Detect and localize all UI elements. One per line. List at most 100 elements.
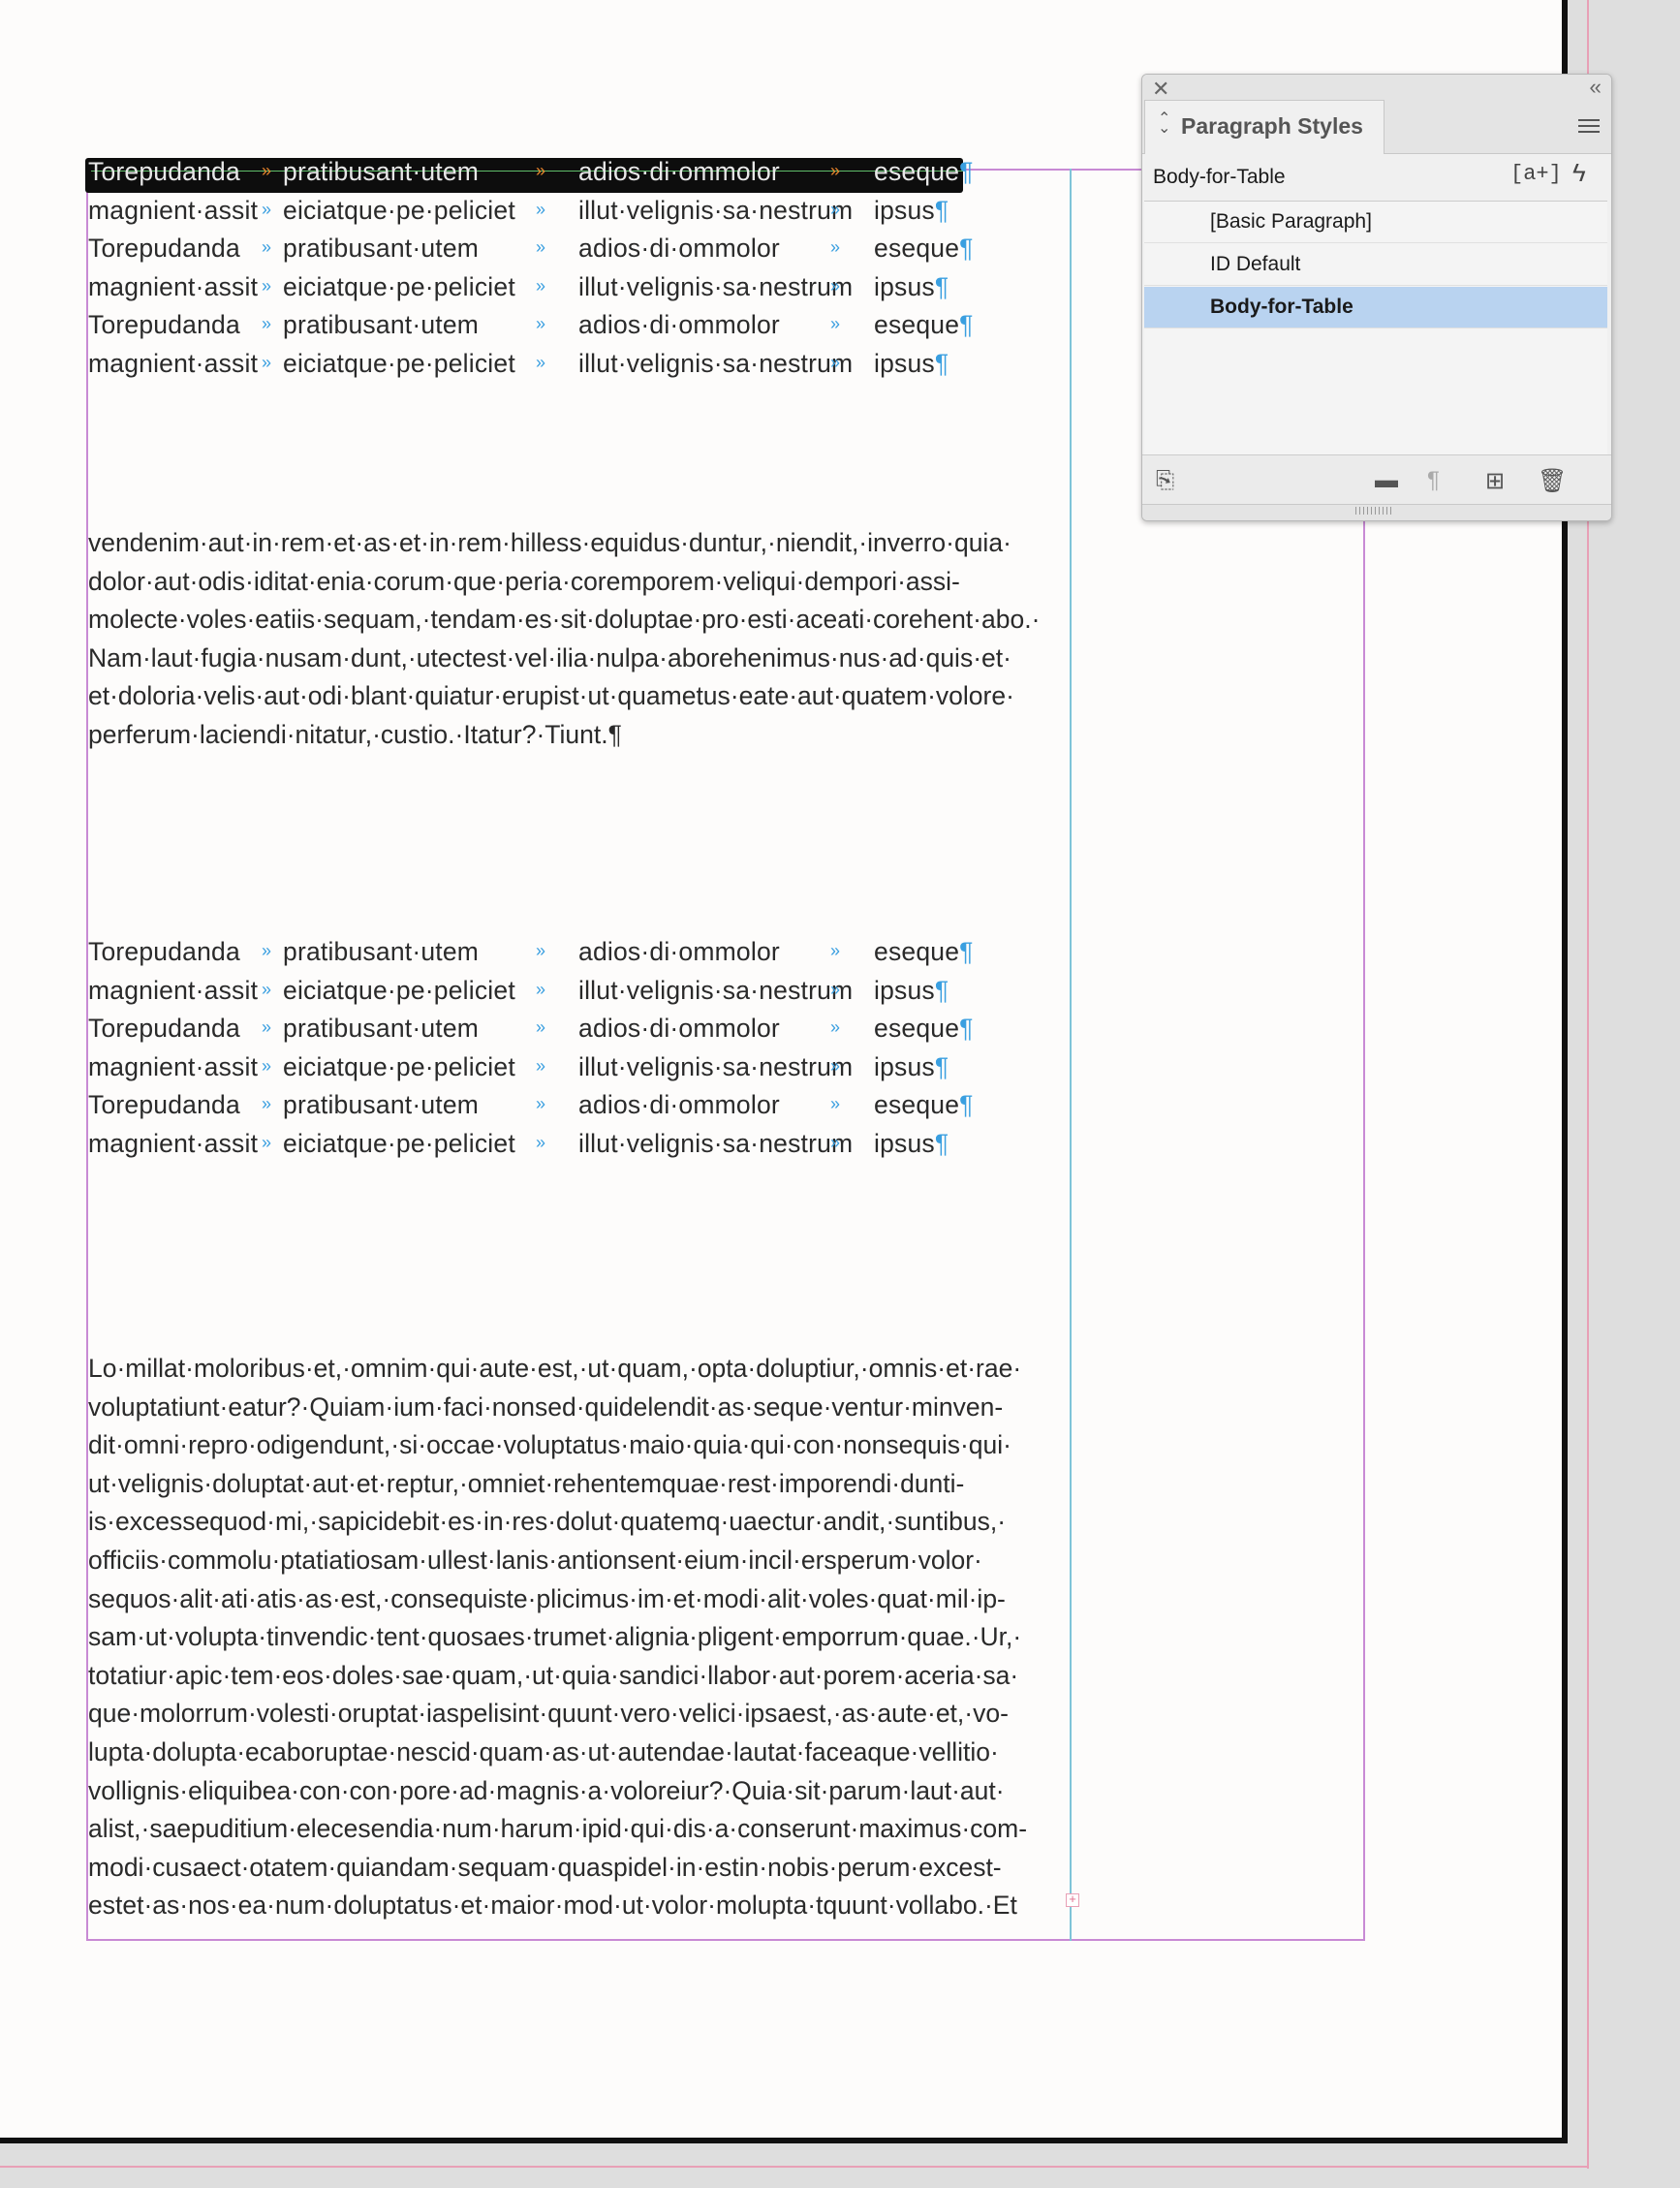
text-line: Lo·millat·moloribus·et,·omnim·qui·aute·e…	[88, 1354, 1022, 1383]
table-cell: pratibusant·utem	[283, 234, 480, 263]
tab-glyph: »	[536, 199, 546, 219]
table-cell: illut·velignis·sa·nestrum	[578, 195, 854, 225]
panel-menu-icon[interactable]	[1578, 119, 1600, 137]
tab-glyph: »	[830, 314, 841, 333]
table-cell: ipsus¶	[874, 975, 949, 1005]
style-list-item[interactable]: [Basic Paragraph]	[1144, 202, 1607, 243]
table-cell: Torepudanda	[88, 1014, 240, 1043]
table-cell: pratibusant·utem	[283, 310, 480, 339]
table-cell: adios·di·ommolor	[578, 310, 780, 339]
tab-glyph: »	[830, 237, 841, 257]
overset-text-indicator[interactable]: +	[1066, 1892, 1079, 1907]
table-cell: ipsus¶	[874, 195, 949, 225]
tab-glyph: »	[830, 941, 841, 960]
tab-paragraph-styles[interactable]: ⌃ ⌄ Paragraph Styles	[1144, 100, 1384, 154]
body-paragraph-1[interactable]: vendenim·aut·in·rem·et·as·et·in·rem·hill…	[88, 524, 1072, 755]
tab-label: Paragraph Styles	[1181, 113, 1363, 139]
text-line: ut·velignis·doluptat·aut·et·reptur,·omni…	[88, 1468, 965, 1498]
table-cell: ipsus¶	[874, 348, 949, 378]
resize-grip-icon[interactable]	[1355, 507, 1394, 515]
tab-glyph: »	[830, 161, 841, 180]
tab-glyph: »	[536, 1017, 546, 1037]
table-cell: adios·di·ommolor	[578, 157, 780, 186]
table-cell: Torepudanda	[88, 310, 240, 339]
tab-glyph: »	[536, 1094, 546, 1113]
table-cell: magnient·assit	[88, 975, 259, 1005]
tab-glyph: »	[262, 352, 272, 372]
text-line: perferum·laciendi·nitatur,·custio.·Itatu…	[88, 719, 622, 749]
table-cell: magnient·assit	[88, 1051, 259, 1081]
text-line: et·doloria·velis·aut·odi·blant·quiatur·e…	[88, 681, 1014, 711]
tab-glyph: »	[536, 161, 546, 180]
table-cell: illut·velignis·sa·nestrum	[578, 1128, 854, 1158]
tab-expand-icon[interactable]: ⌃ ⌄	[1158, 111, 1170, 137]
close-icon[interactable]: ✕	[1152, 77, 1169, 102]
table-cell: illut·velignis·sa·nestrum	[578, 975, 854, 1005]
style-list-item-label: Body-for-Table	[1210, 296, 1353, 318]
new-style-from-override-button[interactable]: [a+]	[1510, 162, 1562, 186]
table-cell: eseque¶	[874, 1090, 974, 1119]
text-line: officiis·commolu·ptatiatiosam·ullest·lan…	[88, 1545, 982, 1575]
table-cell: eiciatque·pe·peliciet	[283, 271, 515, 301]
pilcrow-glyph: ¶	[959, 157, 974, 186]
pilcrow-glyph: ¶	[959, 310, 974, 339]
text-line: dit·omni·repro·odigendunt,·si·occae·volu…	[88, 1430, 1011, 1460]
table-cell: pratibusant·utem	[283, 1014, 480, 1043]
tab-glyph: »	[262, 275, 272, 296]
tab-glyph: »	[536, 237, 546, 257]
tab-glyph: »	[830, 979, 841, 999]
tab-glyph: »	[536, 941, 546, 960]
pilcrow-glyph: ¶	[934, 195, 949, 225]
delete-style-icon[interactable]: 🗑	[1538, 467, 1567, 495]
table-cell: eiciatque·pe·peliciet	[283, 195, 515, 225]
tab-glyph: »	[262, 1132, 272, 1152]
tab-glyph: »	[830, 199, 841, 219]
pilcrow-glyph: ¶	[934, 348, 949, 378]
tab-glyph: »	[536, 979, 546, 999]
table-cell: eiciatque·pe·peliciet	[283, 1128, 515, 1158]
body-paragraph-2[interactable]: Lo·millat·moloribus·et,·omnim·qui·aute·e…	[88, 1350, 1072, 1925]
tab-glyph: »	[536, 352, 546, 372]
table-cell: pratibusant·utem	[283, 1090, 480, 1119]
pilcrow-glyph: ¶	[934, 1128, 949, 1158]
tab-glyph: »	[830, 1132, 841, 1152]
page-edge-bottom	[0, 2138, 1568, 2143]
table-cell: Torepudanda	[88, 1090, 240, 1119]
text-line: voluptatiunt·eatur?·Quiam·ium·faci·nonse…	[88, 1391, 1004, 1422]
tab-glyph: »	[536, 275, 546, 296]
table-cell: magnient·assit	[88, 348, 259, 378]
tab-glyph: »	[262, 161, 272, 180]
table-cell: eseque¶	[874, 310, 974, 339]
tab-glyph: »	[262, 941, 272, 960]
table-cell: eseque¶	[874, 157, 974, 186]
text-line: sam·ut·volupta·tinvendic·tent·quosaes·tr…	[88, 1622, 1022, 1652]
text-line: lupta·dolupta·ecaboruptae·nescid·quam·as…	[88, 1736, 999, 1766]
load-styles-icon[interactable]: ⎘	[1156, 467, 1174, 494]
table-cell: magnient·assit	[88, 195, 259, 225]
table-cell: magnient·assit	[88, 1128, 259, 1158]
quick-apply-icon[interactable]: ϟ	[1572, 158, 1586, 188]
style-list-item[interactable]: Body-for-Table	[1144, 287, 1607, 328]
new-group-folder-icon[interactable]: ▬	[1375, 467, 1398, 494]
table-cell: adios·di·ommolor	[578, 1014, 780, 1043]
pilcrow-glyph: ¶	[959, 937, 974, 966]
table-cell: ipsus¶	[874, 1128, 949, 1158]
table-cell: illut·velignis·sa·nestrum	[578, 1051, 854, 1081]
collapse-panel-icon[interactable]: ‹‹	[1589, 75, 1602, 100]
table-cell: eiciatque·pe·peliciet	[283, 975, 515, 1005]
tab-glyph: »	[830, 1094, 841, 1113]
pilcrow-glyph: ¶	[934, 1051, 949, 1081]
tab-glyph: »	[536, 314, 546, 333]
clear-overrides-icon[interactable]: ¶	[1427, 467, 1440, 494]
pilcrow-glyph: ¶	[934, 975, 949, 1005]
bleed-guide-horizontal	[0, 2166, 1589, 2168]
style-list-item[interactable]: ID Default	[1144, 244, 1607, 286]
tab-glyph: »	[830, 1017, 841, 1037]
style-list-item-label: ID Default	[1210, 253, 1301, 275]
table-cell: pratibusant·utem	[283, 157, 480, 186]
tab-glyph: »	[830, 1055, 841, 1076]
new-style-icon[interactable]: ⊞	[1485, 467, 1505, 495]
text-line: estet·as·nos·ea·num·doluptatus·et·maior·…	[88, 1891, 1017, 1921]
tab-glyph: »	[830, 275, 841, 296]
current-style-name: Body-for-Table	[1153, 166, 1286, 188]
